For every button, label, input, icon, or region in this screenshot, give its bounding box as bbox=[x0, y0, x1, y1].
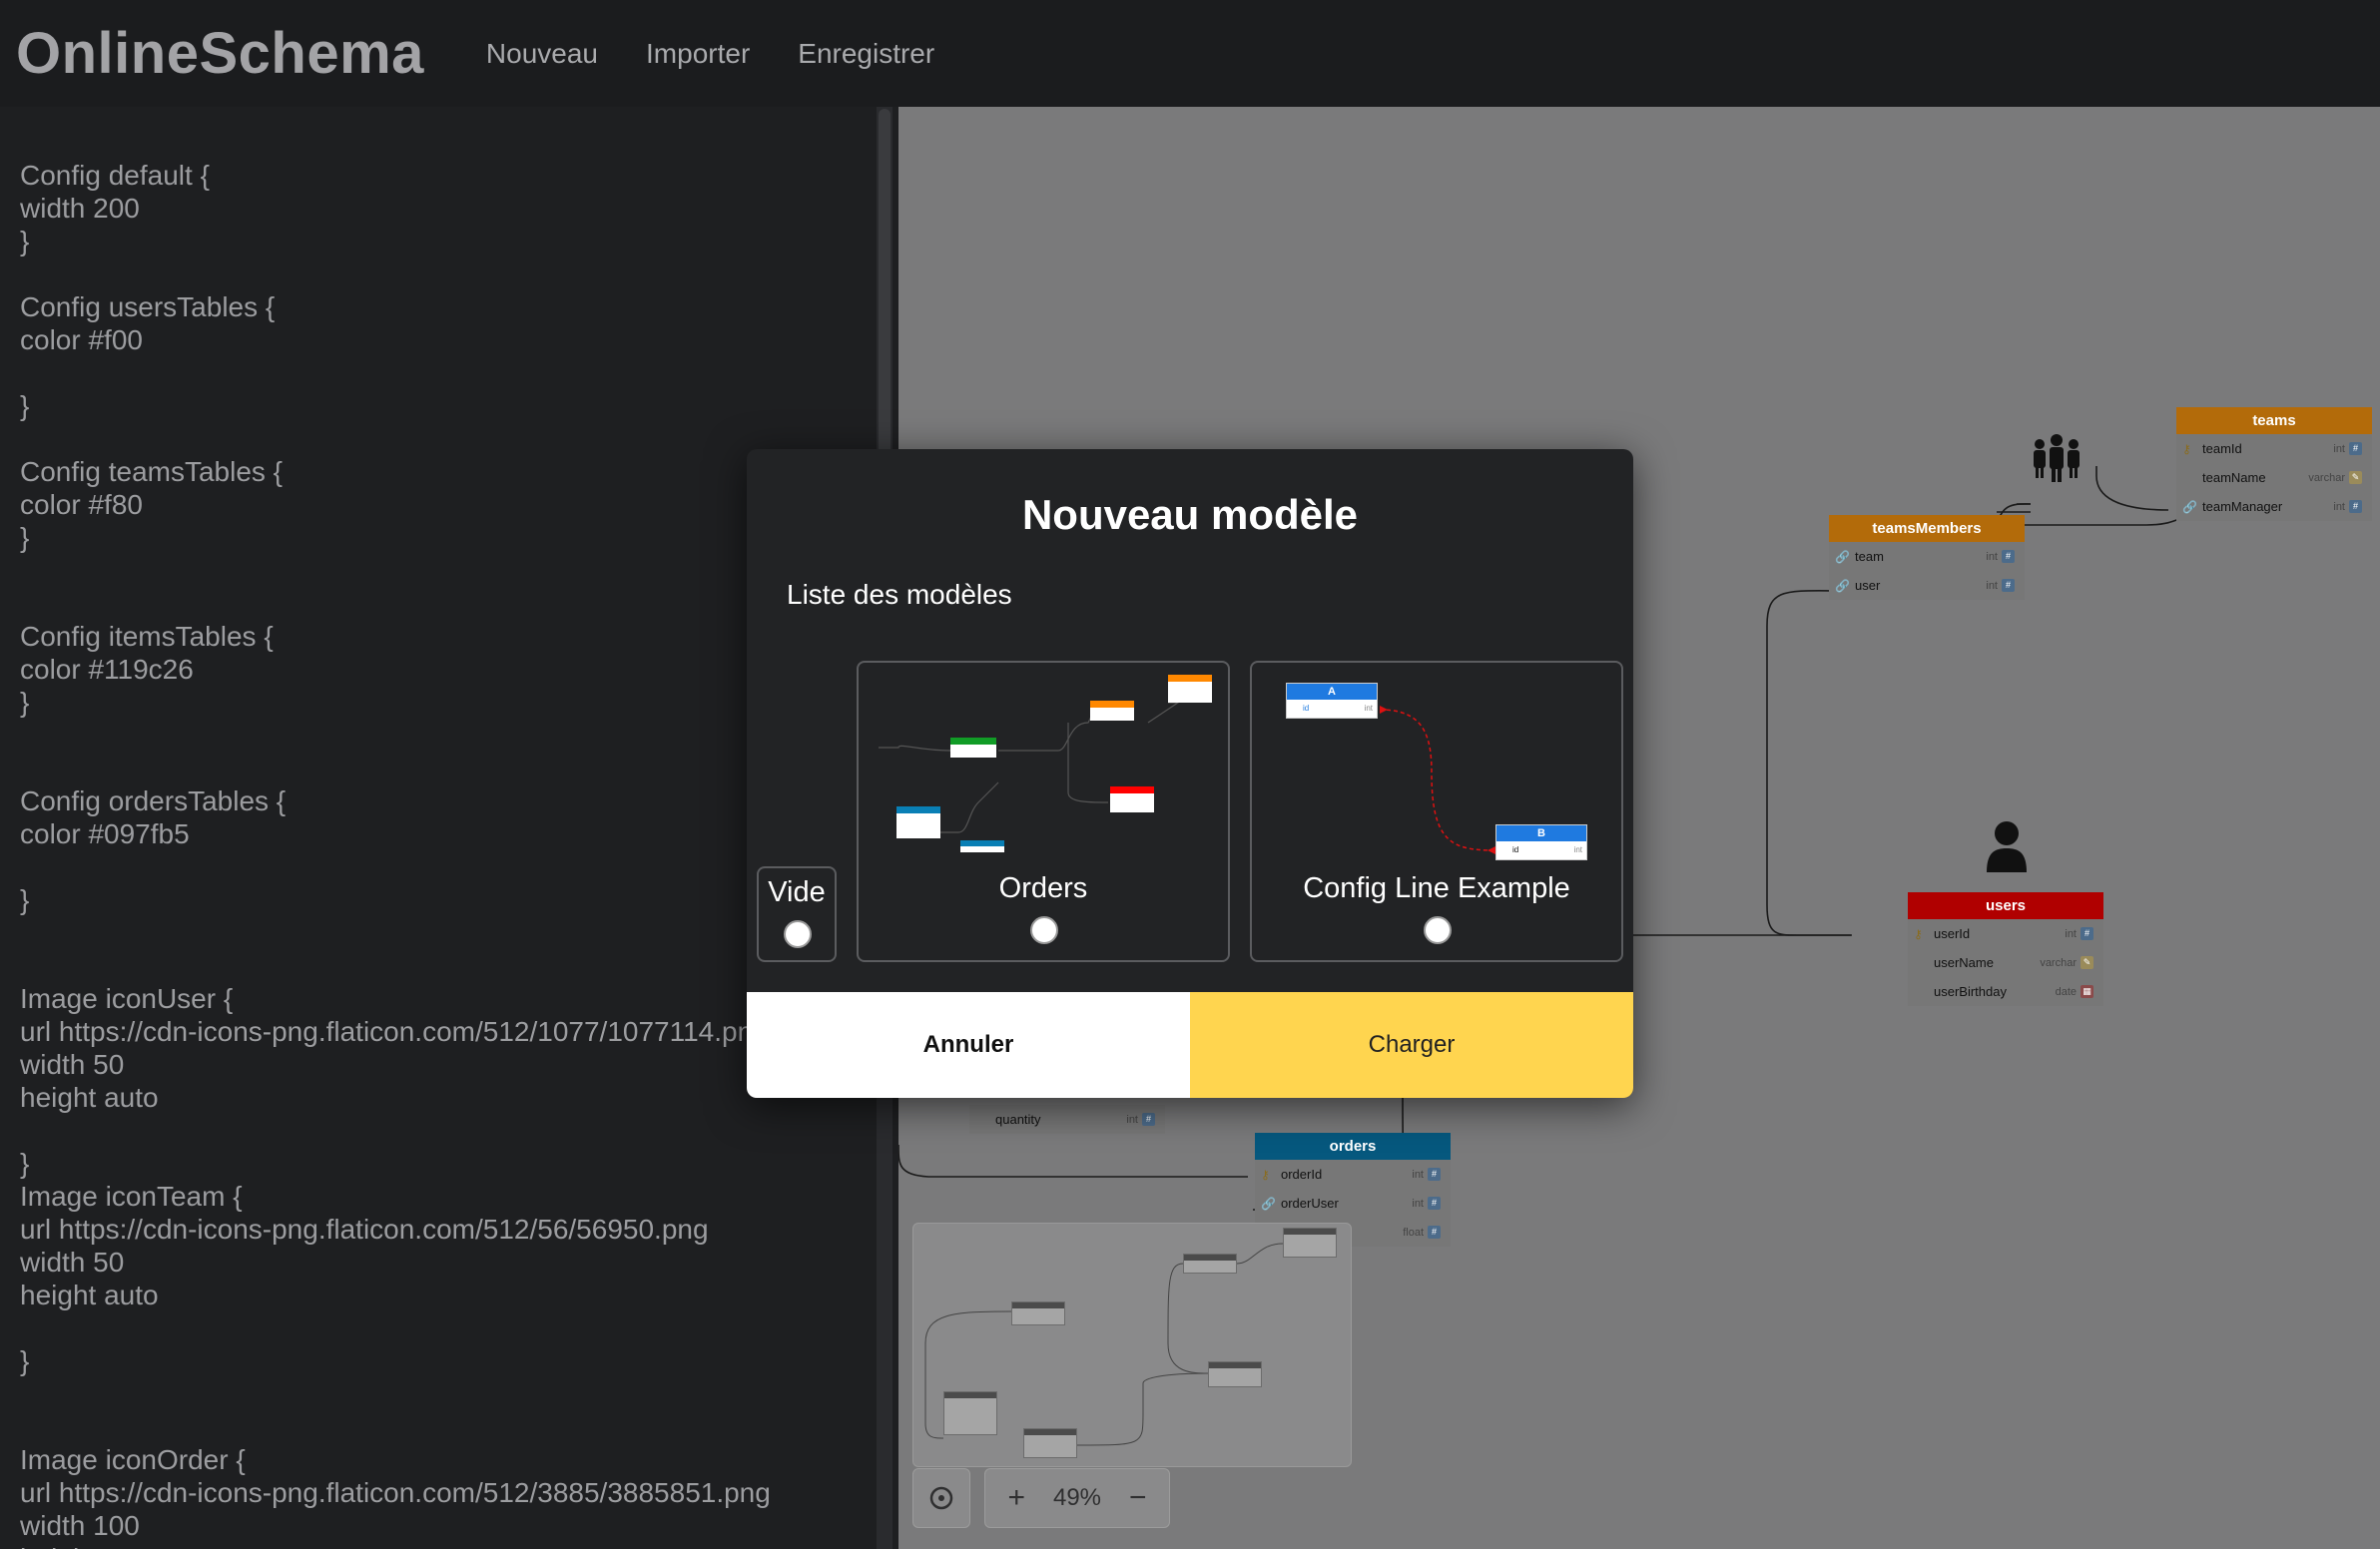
template-empty-label: Vide bbox=[768, 876, 826, 908]
template-config-line-example-label: Config Line Example bbox=[1303, 872, 1570, 904]
load-button[interactable]: Charger bbox=[1190, 992, 1633, 1098]
template-config-line-example[interactable]: A id int B id int Config Line Example bbox=[1250, 661, 1623, 962]
modal-title: Nouveau modèle bbox=[1021, 491, 1359, 538]
new-model-dialog: Nouveau modèle Liste des modèles Vide Or… bbox=[747, 449, 1633, 1098]
preview-relation-line bbox=[1379, 706, 1496, 854]
template-empty[interactable]: Vide bbox=[757, 866, 837, 962]
modal-overlay: Nouveau modèle Liste des modèles Vide Or… bbox=[0, 0, 2380, 1549]
template-orders-preview bbox=[879, 675, 1212, 852]
template-list-label: Liste des modèles bbox=[787, 579, 1012, 610]
template-orders-label: Orders bbox=[998, 872, 1088, 904]
template-orders[interactable]: Orders bbox=[857, 661, 1230, 962]
template-orders-radio[interactable] bbox=[1030, 916, 1058, 944]
template-config-line-example-radio[interactable] bbox=[1424, 916, 1452, 944]
template-empty-radio[interactable] bbox=[784, 920, 812, 948]
cancel-button[interactable]: Annuler bbox=[747, 992, 1190, 1098]
